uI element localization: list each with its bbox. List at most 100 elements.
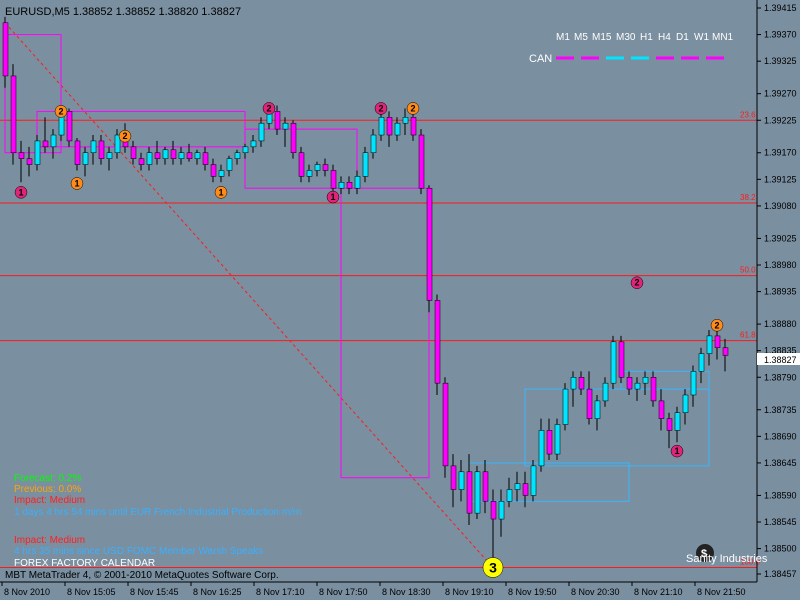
- candle-body: [226, 158, 233, 171]
- candle-body: [330, 170, 337, 189]
- candle-body: [626, 377, 633, 390]
- candle-body: [210, 164, 217, 177]
- candle-body: [490, 501, 497, 520]
- candle-body: [18, 152, 25, 159]
- candle-body: [586, 388, 593, 419]
- candle-body: [474, 471, 481, 514]
- price-chart[interactable]: 23.638.250.061.8100.0 12121212 23212 EURU…: [0, 0, 800, 600]
- event-text-2: 4 hrs 35 mins since USD FOMC Member Wars…: [14, 546, 263, 557]
- candle-body: [506, 489, 513, 502]
- candle-body: [394, 122, 401, 136]
- timeframe-w1[interactable]: W1: [694, 32, 709, 43]
- candle-body: [666, 418, 673, 431]
- candle-body: [426, 187, 433, 301]
- candle-body: [42, 140, 49, 148]
- candle-body: [298, 152, 305, 177]
- candle-body: [34, 140, 41, 165]
- candle-body: [514, 483, 521, 490]
- event-text-1: 1 days 4 hrs 54 mins until EUR French In…: [14, 507, 301, 518]
- candle-body: [698, 353, 705, 372]
- price-tick-label: 1.39170: [764, 148, 797, 158]
- timeframe-h4[interactable]: H4: [658, 32, 671, 43]
- candle-body: [50, 134, 57, 148]
- time-label: 8 Nov 15:45: [130, 587, 179, 597]
- candle-body: [322, 164, 329, 171]
- candle-body: [218, 170, 225, 177]
- swing-marker-label: 2: [266, 103, 271, 113]
- candle-body: [194, 152, 201, 159]
- timeframe-mn1[interactable]: MN1: [712, 32, 734, 43]
- timeframe-m5[interactable]: M5: [574, 32, 588, 43]
- candle-body: [442, 382, 449, 467]
- candle-body: [258, 122, 265, 142]
- timeframe-m15[interactable]: M15: [592, 32, 612, 43]
- candle-body: [578, 377, 585, 390]
- swing-marker-label: 1: [674, 446, 679, 456]
- candle-body: [690, 371, 697, 396]
- impact-text-1: Impact: Medium: [14, 495, 85, 506]
- price-tick-label: 1.39415: [764, 3, 797, 13]
- swing-marker-label: 1: [330, 192, 335, 202]
- candle-body: [2, 22, 9, 77]
- price-tick-label: 1.38980: [764, 260, 797, 270]
- candle-body: [170, 149, 177, 159]
- candle-body: [546, 430, 553, 455]
- timeframe-m30[interactable]: M30: [616, 32, 636, 43]
- candle-body: [386, 117, 393, 136]
- candle-body: [434, 300, 441, 384]
- candle-body: [362, 152, 369, 177]
- time-label: 8 Nov 20:30: [571, 587, 620, 597]
- price-tick-label: 1.39080: [764, 201, 797, 211]
- candle-body: [610, 341, 617, 384]
- candle-body: [74, 140, 81, 165]
- price-tick-label: 1.38880: [764, 319, 797, 329]
- candle-body: [290, 122, 297, 153]
- impact-text-2: Impact: Medium: [14, 535, 85, 546]
- fib-level-label: 38.2: [740, 193, 756, 202]
- candle-body: [466, 471, 473, 514]
- fib-level-label: 50.0: [740, 266, 756, 275]
- candle-body: [90, 140, 97, 153]
- time-label: 8 Nov 2010: [4, 587, 50, 597]
- timeframe-h1[interactable]: H1: [640, 32, 653, 43]
- timeframe-buttons[interactable]: M1 M5 M15 M30 H1 H4 D1 W1 MN1: [556, 32, 734, 43]
- candle-body: [154, 152, 161, 159]
- candle-body: [370, 134, 377, 153]
- time-label: 8 Nov 18:30: [382, 587, 431, 597]
- candle-body: [346, 182, 353, 189]
- candle-body: [530, 465, 537, 496]
- candle-body: [106, 152, 113, 159]
- candle-body: [402, 117, 409, 124]
- candle-body: [554, 424, 561, 455]
- candle-body: [674, 412, 681, 431]
- forecast-text: Forecast: 0.2%: [14, 473, 81, 484]
- price-tick-label: 1.38500: [764, 544, 797, 554]
- candle-body: [274, 111, 281, 130]
- candle-body: [178, 152, 185, 159]
- time-label: 8 Nov 19:50: [508, 587, 557, 597]
- swing-marker-label: 2: [122, 131, 127, 141]
- swing-marker-label: 2: [378, 103, 383, 113]
- candle-body: [450, 465, 457, 490]
- timeframe-d1[interactable]: D1: [676, 32, 689, 43]
- candle-body: [66, 111, 73, 142]
- price-tick-label: 1.38735: [764, 405, 797, 415]
- time-label: 8 Nov 17:50: [319, 587, 368, 597]
- swing-marker-label: 1: [18, 187, 23, 197]
- candle-body: [634, 382, 641, 390]
- price-tick-label: 1.39125: [764, 174, 797, 184]
- time-label: 8 Nov 17:10: [256, 587, 305, 597]
- candle-body: [162, 149, 169, 159]
- timeframe-m1[interactable]: M1: [556, 32, 570, 43]
- candle-body: [482, 471, 489, 502]
- candle-body: [618, 341, 625, 378]
- candle-body: [562, 388, 569, 425]
- price-tick-label: 1.38545: [764, 517, 797, 527]
- candle-body: [458, 471, 465, 490]
- previous-text: Previous: 0.0%: [14, 484, 81, 495]
- candle-body: [130, 146, 137, 159]
- swing-marker-label: 2: [58, 106, 63, 116]
- candle-body: [410, 117, 417, 136]
- candle-body: [146, 152, 153, 165]
- candle-body: [26, 158, 33, 165]
